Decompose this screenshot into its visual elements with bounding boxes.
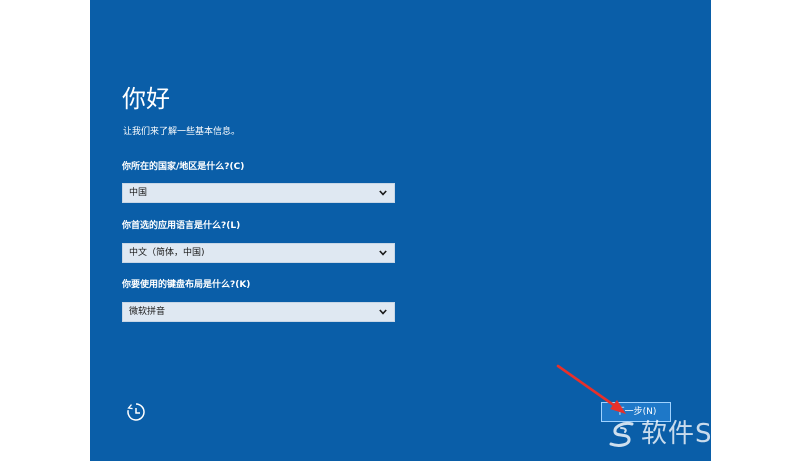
country-dropdown-value: 中国 (129, 188, 148, 198)
page-subtitle: 让我们来了解一些基本信息。 (123, 127, 241, 137)
app-language-label: 你首选的应用语言是什么?(L) (122, 221, 241, 231)
country-dropdown[interactable]: 中国 (122, 183, 395, 203)
app-language-dropdown[interactable]: 中文（简体，中国) (122, 243, 395, 263)
next-button[interactable]: 下一步(N) (601, 402, 671, 422)
page-title: 你好 (122, 85, 170, 113)
ease-of-access-button[interactable] (125, 401, 147, 423)
ease-of-access-icon (127, 403, 145, 421)
chevron-down-icon (379, 250, 387, 256)
app-language-dropdown-value: 中文（简体，中国) (129, 248, 205, 258)
chevron-down-icon (379, 309, 387, 315)
setup-panel: 你好 让我们来了解一些基本信息。 你所在的国家/地区是什么?(C) 中国 你首选… (90, 0, 711, 461)
screen: 你好 让我们来了解一些基本信息。 你所在的国家/地区是什么?(C) 中国 你首选… (0, 0, 800, 461)
keyboard-layout-label: 你要使用的键盘布局是什么?(K) (122, 280, 251, 290)
country-label: 你所在的国家/地区是什么?(C) (122, 162, 245, 172)
chevron-down-icon (379, 190, 387, 196)
keyboard-layout-dropdown[interactable]: 微软拼音 (122, 302, 395, 322)
keyboard-layout-dropdown-value: 微软拼音 (129, 307, 166, 317)
